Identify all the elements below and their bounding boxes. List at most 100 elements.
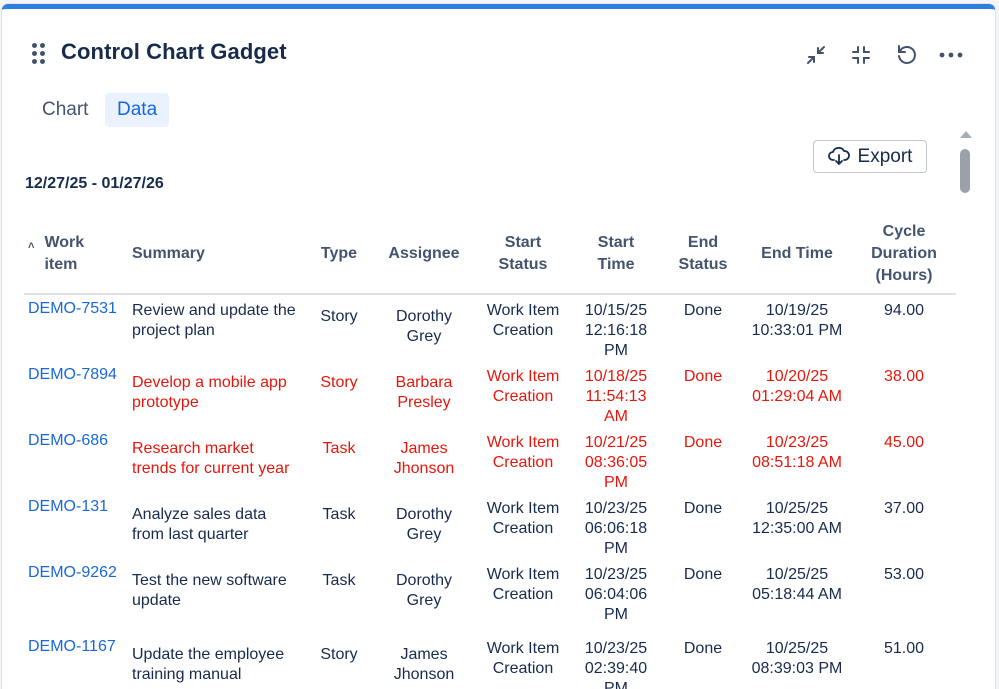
start-time-cell: 10/15/25 12:16:18 PM [568,294,664,361]
column-header-work-item[interactable]: ˄ Work item [24,215,128,295]
assignee-cell: James Jhonson [370,633,478,689]
assignee-cell: Dorothy Grey [370,559,478,633]
scrollbar-thumb[interactable] [960,149,970,193]
assignee-line: Dorothy [395,572,453,589]
work-item-link[interactable]: DEMO-9262 [24,559,128,633]
start-status-line: Work Item [486,566,560,583]
column-header-start-status[interactable]: Start Status [478,215,568,295]
summary-line: Update the employee [132,646,285,663]
header-text: Status [678,256,728,273]
assignee-line: Jhonson [393,460,455,477]
start-status-line: Work Item [486,640,560,657]
start-status-cell: Work Item Creation [478,294,568,361]
header-text: (Hours) [875,267,933,284]
summary-cell: Update the employee training manual [128,633,308,689]
header-text: Duration [871,245,937,262]
type-cell: Task [322,572,356,589]
tab-chart[interactable]: Chart [30,93,100,127]
header-text: End [687,234,719,251]
column-header-start-time[interactable]: Start Time [568,215,664,295]
end-time-cell: 10/25/25 12:35:00 AM [742,493,852,559]
work-item-link[interactable]: DEMO-7894 [24,361,128,427]
column-header-end-status[interactable]: End Status [664,215,742,295]
end-date: 10/20/25 [765,368,829,385]
cycle-duration-cell: 45.00 [883,434,925,451]
work-item-link[interactable]: DEMO-686 [24,427,128,493]
start-time-cell: 10/18/25 11:54:13 AM [568,361,664,427]
end-date: 10/25/25 [765,640,829,657]
column-header-cycle-duration[interactable]: Cycle Duration (Hours) [852,215,956,295]
summary-line: Test the new software [132,572,287,589]
minimize-button[interactable] [800,39,832,71]
start-date: 10/21/25 [584,434,648,451]
collapse-icon [852,46,870,64]
assignee-line: Barbara [395,374,453,391]
type-cell: Story [320,646,358,663]
start-status-line: Work Item [486,500,560,517]
work-item-link[interactable]: DEMO-7531 [24,294,128,361]
end-time-cell: 10/19/25 10:33:01 PM [742,294,852,361]
start-clock: 08:36:05 PM [584,454,648,491]
table-row: DEMO-7531 Review and update the project p… [24,294,956,361]
work-item-link[interactable]: DEMO-131 [24,493,128,559]
start-status-cell: Work Item Creation [478,493,568,559]
column-header-assignee[interactable]: Assignee [370,215,478,295]
start-status-line: Creation [492,388,554,405]
end-time-cell: 10/25/25 05:18:44 AM [742,559,852,633]
type-cell: Story [320,374,358,391]
end-clock: 01:29:04 AM [752,388,842,405]
end-time-cell: 10/23/25 08:51:18 AM [742,427,852,493]
start-status-line: Work Item [486,302,560,319]
export-button[interactable]: Export [813,140,927,173]
end-clock: 08:39:03 PM [751,660,843,677]
column-header-type[interactable]: Type [308,215,370,295]
end-status-cell: Done [683,302,723,319]
work-item-link[interactable]: DEMO-1167 [24,633,128,689]
start-status-line: Creation [492,586,554,603]
start-status-cell: Work Item Creation [478,633,568,689]
end-status-cell: Done [683,434,723,451]
table-row: DEMO-7894 Develop a mobile app prototype … [24,361,956,427]
header-text: Cycle [882,223,926,240]
summary-cell: Analyze sales data from last quarter [128,493,308,559]
end-status-cell: Done [683,640,723,657]
start-time-cell: 10/23/25 02:39:40 PM [568,633,664,689]
cloud-download-icon [827,146,850,165]
start-date: 10/23/25 [584,640,648,657]
more-icon [939,52,963,58]
start-status-line: Creation [492,660,554,677]
export-label: Export [857,145,913,167]
start-clock: 11:54:13 AM [585,388,647,425]
sort-ascending-icon[interactable]: ˄ [28,235,34,257]
type-cell: Task [322,440,356,457]
data-table: ˄ Work item Summary Type Assignee Start Sta… [24,215,956,689]
scroll-up-icon[interactable] [960,131,972,138]
start-clock: 12:16:18 PM [584,322,648,359]
column-header-summary[interactable]: Summary [128,215,308,295]
end-date: 10/25/25 [765,566,829,583]
gadget-title: Control Chart Gadget [61,39,287,64]
assignee-line: Presley [397,394,451,411]
summary-line: update [132,592,181,609]
refresh-button[interactable] [890,39,922,71]
start-clock: 06:06:18 PM [584,520,648,557]
start-time-cell: 10/23/25 06:06:18 PM [568,493,664,559]
cycle-duration-cell: 51.00 [883,640,925,657]
end-date: 10/23/25 [765,434,829,451]
collapse-button[interactable] [845,39,877,71]
summary-cell: Develop a mobile app prototype [128,361,308,427]
start-status-cell: Work Item Creation [478,361,568,427]
start-status-line: Creation [492,322,554,339]
header-text: Time [597,256,635,273]
table-row: DEMO-9262 Test the new software update Ta… [24,559,956,633]
more-actions-button[interactable] [935,39,967,71]
column-header-end-time[interactable]: End Time [742,215,852,295]
end-clock: 08:51:18 AM [752,454,842,471]
end-status-cell: Done [683,500,723,517]
scrollbar[interactable] [956,127,974,687]
end-clock: 10:33:01 PM [751,322,843,339]
drag-handle-icon[interactable] [32,43,48,65]
tab-data[interactable]: Data [105,93,170,127]
header-text: Work [44,234,85,251]
start-date: 10/15/25 [584,302,648,319]
